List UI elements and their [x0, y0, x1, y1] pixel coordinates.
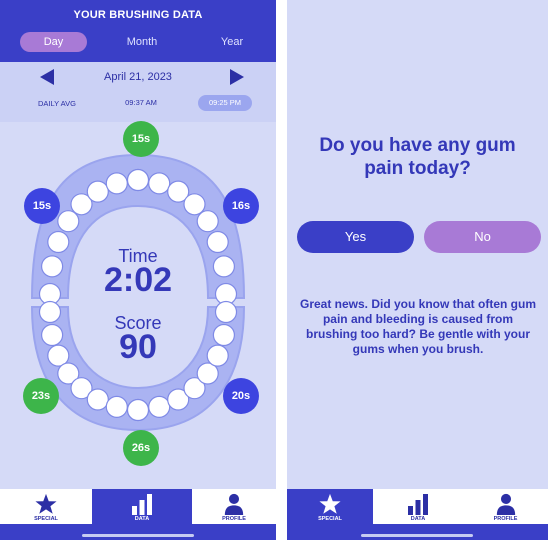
time-value: 2:02 [103, 261, 173, 299]
current-date: April 21, 2023 [104, 71, 172, 83]
person-icon [224, 493, 244, 515]
tooth [38, 300, 62, 324]
nav-profile[interactable]: PROFILE [463, 489, 548, 524]
tooth [206, 344, 229, 367]
nav-special-label: SPECIAL [318, 516, 342, 522]
nav-profile-label: PROFILE [222, 516, 246, 522]
header-bar: YOUR BRUSHING DATA Day Month Year [0, 0, 276, 62]
person-icon [496, 493, 515, 515]
yes-button[interactable]: Yes [297, 221, 414, 253]
tooth [86, 388, 109, 411]
next-day-icon[interactable] [230, 69, 244, 85]
date-navigation: April 21, 2023 DAILY AVG 09:37 AM 09:25 … [0, 62, 276, 122]
star-icon [35, 493, 57, 514]
page-title: YOUR BRUSHING DATA [73, 9, 203, 21]
daily-avg-option[interactable]: DAILY AVG [38, 99, 76, 108]
bar-chart-icon [408, 494, 428, 515]
nav-data-label: DATA [410, 516, 426, 522]
tooth [214, 300, 238, 324]
zone-badge-upper-left[interactable]: 15s [24, 188, 60, 224]
session-chip-pm[interactable]: 09:25 PM [198, 95, 252, 111]
previous-day-icon[interactable] [40, 69, 54, 85]
brushing-data-screen: YOUR BRUSHING DATA Day Month Year April … [0, 0, 276, 540]
tooth [105, 172, 128, 195]
home-indicator [361, 534, 473, 537]
tooth [212, 255, 235, 278]
tooth [126, 168, 150, 192]
home-indicator [82, 534, 194, 537]
tooth [40, 323, 64, 347]
tab-year[interactable]: Year [200, 32, 264, 52]
star-icon [319, 493, 341, 514]
tooth [86, 180, 109, 203]
session-chip-am[interactable]: 09:37 AM [114, 95, 168, 111]
zone-badge-lower-left[interactable]: 23s [23, 378, 59, 414]
gum-pain-question-screen: Do you have any gum pain today? Yes No G… [287, 0, 548, 540]
tooth [148, 395, 171, 418]
nav-data[interactable]: DATA [92, 489, 192, 524]
nav-profile-label: PROFILE [493, 516, 518, 522]
question-text: Do you have any gum pain today? [319, 135, 516, 179]
nav-data[interactable]: DATA [373, 489, 463, 524]
tooth [212, 323, 235, 347]
no-button[interactable]: No [424, 221, 541, 253]
bottom-navigation: SPECIAL DATA PROFILE [287, 489, 548, 540]
tooth [148, 172, 171, 195]
zone-badge-lower-right[interactable]: 20s [223, 378, 259, 414]
tooth [47, 230, 70, 254]
nav-special[interactable]: SPECIAL [287, 489, 373, 524]
tooth [183, 193, 206, 216]
nav-data-label: DATA [134, 516, 150, 522]
info-message: Great news. Did you know that often gum … [299, 297, 536, 356]
bottom-navigation: SPECIAL DATA PROFILE [0, 489, 276, 540]
tooth [126, 398, 150, 422]
tooth [196, 210, 219, 233]
tab-day[interactable]: Day [20, 32, 87, 52]
tooth [105, 395, 128, 418]
zone-badge-bottom[interactable]: 26s [123, 430, 159, 466]
tooth [57, 210, 80, 233]
nav-special-label: SPECIAL [34, 516, 58, 522]
tab-month[interactable]: Month [110, 32, 174, 52]
score-value: 90 [119, 328, 157, 366]
zone-badge-upper-right[interactable]: 16s [223, 188, 259, 224]
zone-badge-top[interactable]: 15s [123, 121, 159, 157]
nav-special[interactable]: SPECIAL [0, 489, 92, 524]
nav-profile[interactable]: PROFILE [192, 489, 276, 524]
tooth [206, 230, 229, 254]
tooth [40, 255, 64, 278]
bar-chart-icon [132, 494, 152, 515]
